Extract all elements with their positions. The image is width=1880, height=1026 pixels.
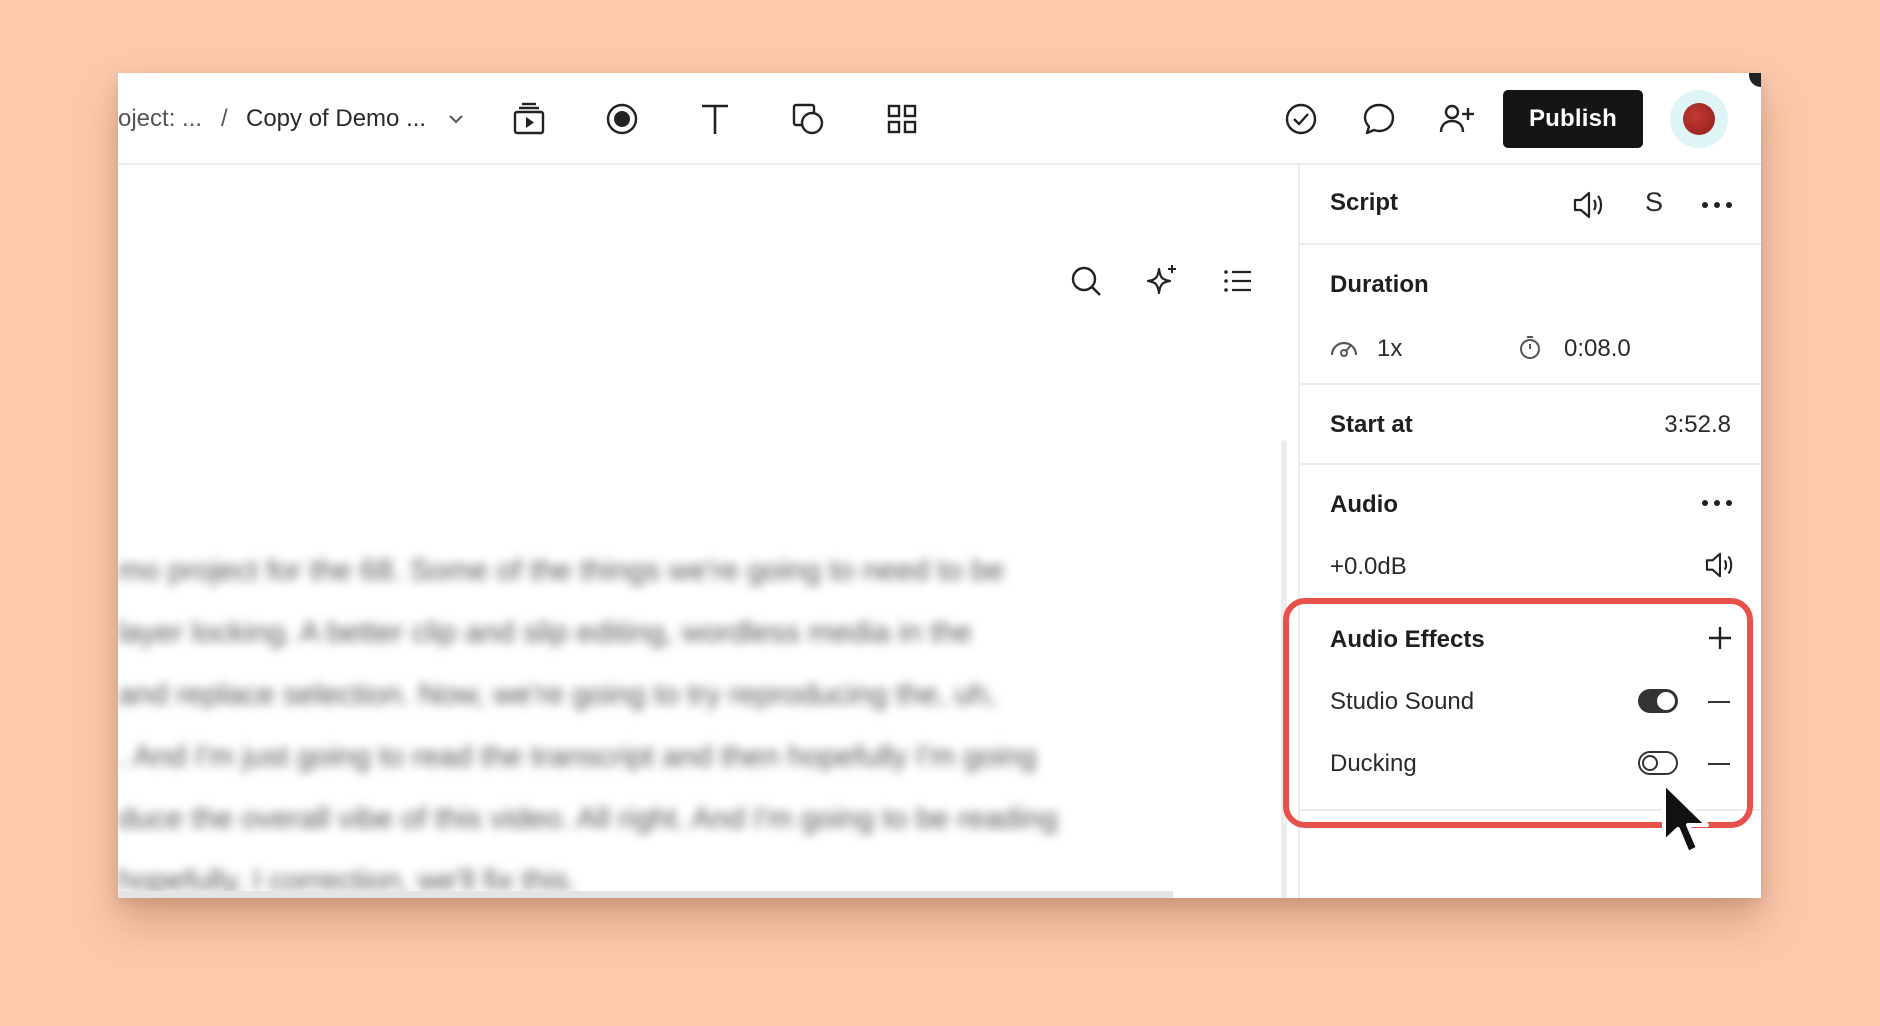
more-options-icon[interactable] <box>1693 181 1741 229</box>
shapes-icon[interactable] <box>784 95 832 143</box>
breadcrumb-project[interactable]: oject: ... <box>118 105 202 133</box>
transcript-line: mo project for the 68. Some of the thing… <box>118 554 1005 587</box>
transcript-line: . And I'm just going to read the transcr… <box>118 740 1037 773</box>
start-at-label: Start at <box>1330 411 1413 438</box>
grid-icon[interactable] <box>878 95 926 143</box>
mouse-pointer-icon <box>1660 780 1722 869</box>
breadcrumb-document[interactable]: Copy of Demo ... <box>246 105 426 133</box>
studio-sound-toggle[interactable] <box>1638 689 1678 713</box>
remove-studio-sound-icon[interactable] <box>1708 701 1730 703</box>
transcript-line: layer locking. A better clip and slip ed… <box>118 616 972 649</box>
effect-studio-sound-label: Studio Sound <box>1330 688 1475 715</box>
playback-speed[interactable]: 1x <box>1377 335 1402 363</box>
transcript-line: and replace selection. Now, we're going … <box>118 678 996 711</box>
volume-icon[interactable] <box>1700 541 1740 589</box>
audio-gain[interactable]: +0.0dB <box>1330 553 1407 581</box>
breadcrumb-separator: / <box>221 105 228 132</box>
record-icon[interactable] <box>598 95 646 143</box>
audio-more-icon[interactable] <box>1693 479 1741 527</box>
transcript-text[interactable]: mo project for the 68. Some of the thing… <box>118 540 1238 898</box>
search-icon[interactable] <box>1062 257 1110 305</box>
stopwatch-icon <box>1510 327 1550 367</box>
panel-header: Script S <box>1300 165 1761 245</box>
comment-icon[interactable] <box>1355 95 1403 143</box>
effect-ducking-label: Ducking <box>1330 750 1417 777</box>
audio-effects-title: Audio Effects <box>1330 626 1485 653</box>
add-user-icon[interactable] <box>1433 95 1481 143</box>
speaker-icon[interactable] <box>1565 181 1613 229</box>
media-player-icon[interactable] <box>505 95 553 143</box>
top-toolbar: oject: ... / Copy of Demo ... Publish <box>118 73 1761 165</box>
audio-title: Audio <box>1330 491 1398 518</box>
editor-bottom-edge <box>118 891 1173 898</box>
ai-sparkle-icon[interactable] <box>1138 257 1186 305</box>
editor-scrollbar[interactable] <box>1281 440 1287 898</box>
text-icon[interactable] <box>691 95 739 143</box>
chevron-down-icon[interactable] <box>442 95 470 143</box>
add-effect-icon[interactable] <box>1700 614 1740 662</box>
start-at-section: Start at 3:52.8 <box>1300 385 1761 465</box>
speaker-letter-button[interactable]: S <box>1645 187 1663 218</box>
avatar[interactable] <box>1670 90 1728 148</box>
start-at-value[interactable]: 3:52.8 <box>1664 411 1731 439</box>
outline-list-icon[interactable] <box>1214 257 1262 305</box>
duration-title: Duration <box>1330 271 1429 298</box>
panel-title: Script <box>1330 189 1399 216</box>
remove-ducking-icon[interactable] <box>1708 763 1730 765</box>
ducking-toggle[interactable] <box>1638 751 1678 775</box>
script-editor[interactable]: mo project for the 68. Some of the thing… <box>118 165 1298 898</box>
avatar-image <box>1683 103 1715 135</box>
transcript-line: duce the overall vibe of this video. All… <box>118 802 1058 835</box>
check-circle-icon[interactable] <box>1277 95 1325 143</box>
duration-time[interactable]: 0:08.0 <box>1564 335 1631 363</box>
app-window: oject: ... / Copy of Demo ... Publish mo… <box>118 73 1761 898</box>
duration-section: Duration 1x 0:08.0 <box>1300 245 1761 385</box>
publish-button[interactable]: Publish <box>1503 90 1643 148</box>
speedometer-icon <box>1324 327 1364 367</box>
audio-section: Audio +0.0dB <box>1300 465 1761 598</box>
